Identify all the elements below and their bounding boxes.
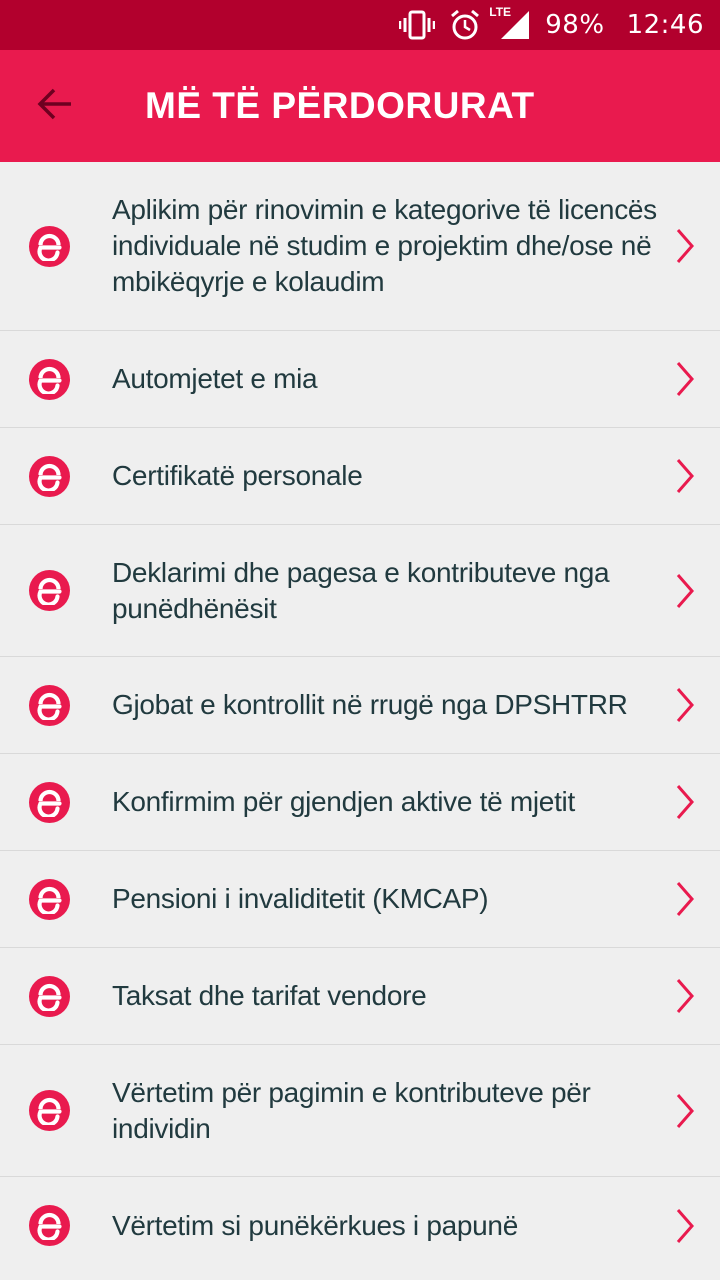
arrow-back-icon [37,88,73,125]
chevron-right-icon [674,881,696,917]
list-item[interactable]: Vërtetim për pagimin e kontributeve për … [0,1045,720,1177]
e-logo-icon [29,570,70,611]
status-time: 12:46 [626,10,704,40]
list-item-label: Automjetet e mia [112,363,318,394]
chevron-right-icon [674,458,696,494]
alarm-icon [449,9,481,41]
chevron-right-icon [674,1093,696,1129]
list-item-label: Vërtetim si punëkërkues i papunë [112,1209,518,1241]
chevron-right-icon [674,1208,696,1244]
list-item[interactable]: Taksat dhe tarifat vendore [0,948,720,1045]
e-logo-icon [29,684,70,726]
e-logo-icon [29,781,70,823]
network-label: LTE [489,5,512,19]
battery-percent: 98% [545,10,605,40]
back-button[interactable] [0,50,110,162]
chevron-right-icon [674,978,696,1014]
list-item-label: Taksat dhe tarifat vendore [112,980,427,1011]
list-item-label: Aplikim për rinovimin e kategorive të li… [112,194,657,297]
services-list: Aplikim për rinovimin e kategorive të li… [0,162,720,1274]
e-logo-icon [29,1205,70,1246]
e-logo-icon [29,358,70,400]
list-item[interactable]: Vërtetim si punëkërkues i papunë [0,1177,720,1274]
vibrate-icon [399,10,436,40]
list-item[interactable]: Pensioni i invaliditetit (KMCAP) [0,851,720,948]
e-logo-icon [29,975,70,1017]
list-item[interactable]: Konfirmim për gjendjen aktive të mjetit [0,754,720,851]
chevron-right-icon [674,573,696,609]
chevron-right-icon [674,784,696,820]
list-item-label: Konfirmim për gjendjen aktive të mjetit [112,786,575,817]
status-bar: LTE 98% 12:46 [0,0,720,50]
list-item[interactable]: Gjobat e kontrollit në rrugë nga DPSHTRR [0,657,720,754]
list-item-label: Certifikatë personale [112,460,363,491]
list-item-label: Deklarimi dhe pagesa e kontributeve nga … [112,556,610,624]
list-item[interactable]: Automjetet e mia [0,331,720,428]
app-bar: MË TË PËRDORURAT [0,50,720,162]
list-item[interactable]: Certifikatë personale [0,428,720,525]
chevron-right-icon [674,228,696,264]
list-item[interactable]: Aplikim për rinovimin e kategorive të li… [0,162,720,331]
list-item-label: Gjobat e kontrollit në rrugë nga DPSHTRR [112,689,628,720]
e-logo-icon [29,225,70,267]
list-item-label: Pensioni i invaliditetit (KMCAP) [112,883,489,914]
signal-icon: LTE [489,5,531,41]
page-title: MË TË PËRDORURAT [145,85,535,126]
chevron-right-icon [674,361,696,397]
list-item-label: Vërtetim për pagimin e kontributeve për … [112,1076,591,1144]
list-item[interactable]: Deklarimi dhe pagesa e kontributeve nga … [0,525,720,657]
e-logo-icon [29,455,70,497]
e-logo-icon [29,1090,70,1131]
e-logo-icon [29,878,70,920]
chevron-right-icon [674,687,696,723]
